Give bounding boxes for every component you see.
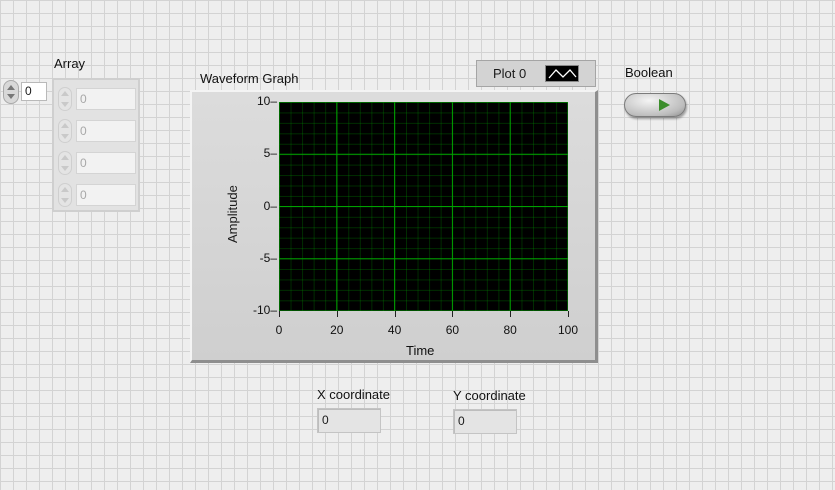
element-spinner[interactable] (58, 151, 72, 175)
array-label: Array (54, 56, 86, 71)
element-spinner[interactable] (58, 183, 72, 207)
array-element[interactable]: 0 (58, 118, 138, 144)
element-spinner[interactable] (58, 87, 72, 111)
x-tick-label: 100 (557, 323, 579, 337)
decrement-arrow-icon[interactable] (61, 134, 69, 139)
y-tick-label: -10– (252, 303, 277, 317)
plot-legend[interactable]: Plot 0 (476, 60, 596, 87)
array-element[interactable]: 0 (58, 150, 138, 176)
x-tick-mark (452, 311, 454, 317)
graph-title: Waveform Graph (200, 71, 299, 86)
x-tick-label: 0 (275, 323, 283, 337)
increment-arrow-icon[interactable] (61, 91, 69, 96)
x-tick-mark (394, 311, 396, 317)
x-tick-label: 40 (387, 323, 402, 337)
x-axis-label: Time (406, 343, 435, 358)
increment-arrow-icon[interactable] (61, 155, 69, 160)
boolean-button[interactable] (624, 93, 686, 117)
x-coordinate-label: X coordinate (317, 387, 390, 402)
x-tick-label: 20 (330, 323, 344, 337)
decrement-arrow-icon[interactable] (61, 102, 69, 107)
legend-label: Plot 0 (493, 66, 527, 81)
x-tick-mark (568, 311, 569, 317)
y-axis-label-text: Amplitude (225, 185, 240, 243)
array-index-input[interactable]: 0 (21, 82, 47, 101)
array-element-value[interactable]: 0 (76, 184, 136, 206)
x-tick-mark (510, 311, 512, 317)
plot-line-icon[interactable] (545, 65, 579, 82)
y-coordinate-label: Y coordinate (453, 388, 526, 403)
boolean-label: Boolean (625, 65, 673, 80)
increment-arrow-icon[interactable] (7, 85, 15, 90)
element-spinner[interactable] (58, 119, 72, 143)
array-frame: 0 0 0 0 (52, 78, 140, 212)
y-coordinate-indicator: 0 (453, 409, 517, 434)
array-element[interactable]: 0 (58, 182, 138, 208)
x-tick-mark (279, 311, 280, 317)
y-tick-label: 0– (263, 198, 277, 213)
y-tick-label: -5– (259, 250, 277, 265)
array-element[interactable]: 0 (58, 86, 138, 112)
decrement-arrow-icon[interactable] (7, 94, 15, 99)
decrement-arrow-icon[interactable] (61, 166, 69, 171)
y-axis-label: Amplitude (222, 185, 242, 243)
y-tick-label: 5– (263, 146, 277, 161)
x-tick-label: 80 (503, 323, 517, 337)
array-index-spinner[interactable] (3, 80, 19, 104)
array-element-value[interactable]: 0 (76, 152, 136, 174)
plot-area[interactable] (279, 102, 568, 311)
play-icon (659, 99, 670, 111)
x-tick-mark (336, 311, 338, 317)
increment-arrow-icon[interactable] (61, 187, 69, 192)
x-coordinate-indicator: 0 (317, 408, 381, 433)
array-element-value[interactable]: 0 (76, 120, 136, 142)
x-tick-label: 60 (445, 323, 460, 337)
array-element-value[interactable]: 0 (76, 88, 136, 110)
increment-arrow-icon[interactable] (61, 123, 69, 128)
decrement-arrow-icon[interactable] (61, 198, 69, 203)
y-tick-label: 10– (256, 94, 277, 108)
